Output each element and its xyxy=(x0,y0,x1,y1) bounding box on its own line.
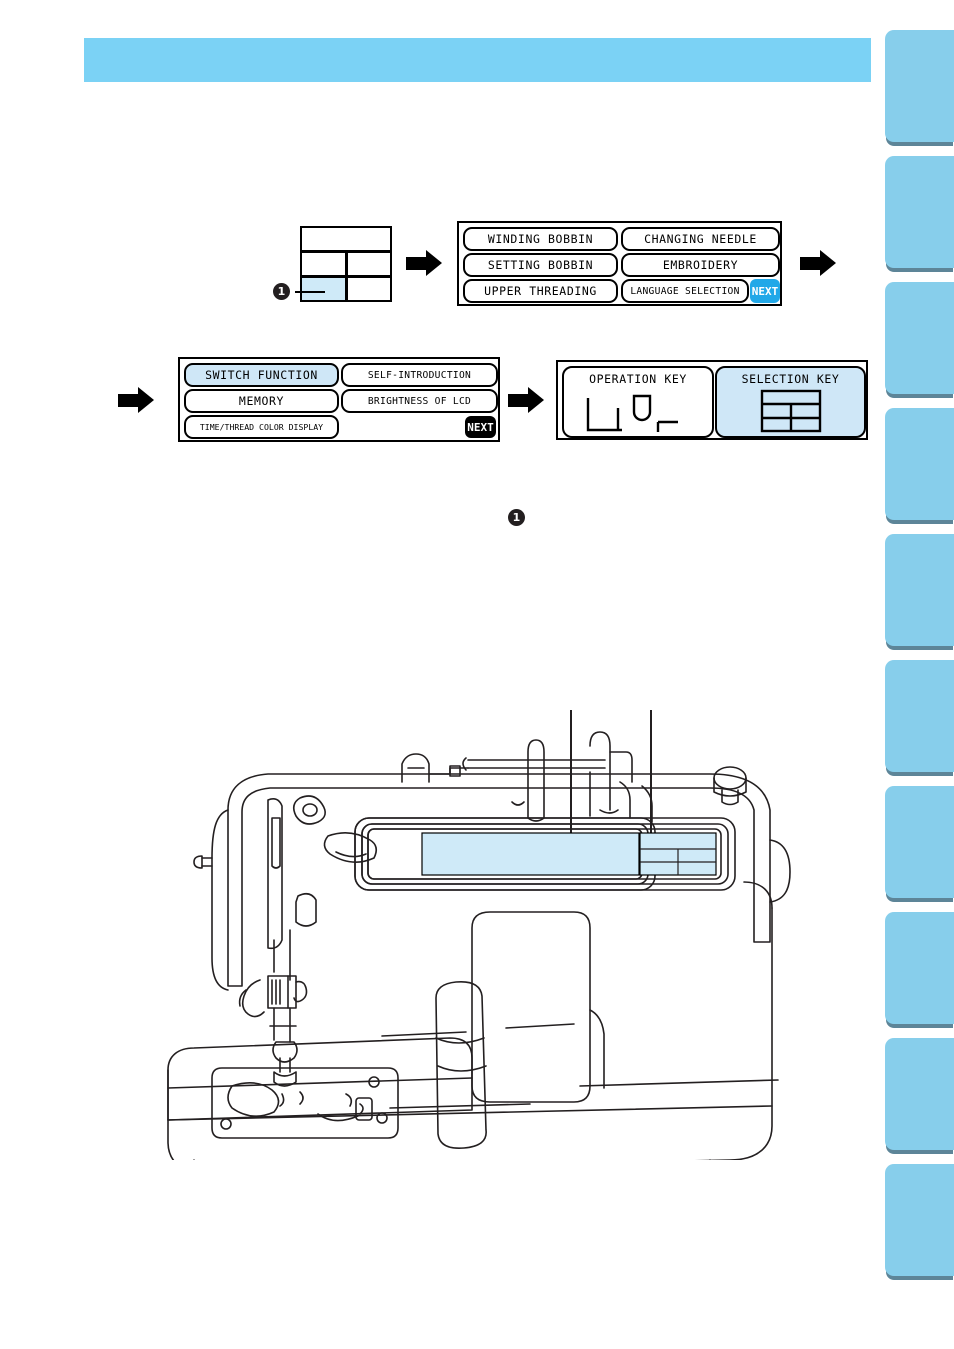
arrow-shaft xyxy=(406,257,427,270)
grid-cell-top-full[interactable] xyxy=(300,226,392,252)
menu-button-self-introduction[interactable]: SELF-INTRODUCTION xyxy=(341,363,498,387)
menu-button-switch-function[interactable]: SWITCH FUNCTION xyxy=(184,363,339,387)
sidebar-item-tab-8[interactable] xyxy=(885,912,954,1024)
arrow-head xyxy=(820,250,836,276)
menu-button-winding-bobbin[interactable]: WINDING BOBBIN xyxy=(463,227,618,251)
sidebar-item-tab-4[interactable] xyxy=(885,408,954,520)
menu-button-changing-needle[interactable]: CHANGING NEEDLE xyxy=(621,227,780,251)
next-button[interactable]: NEXT xyxy=(750,279,780,303)
sewing-machine-illustration xyxy=(150,690,815,1160)
menu-button-time-thread-color-display[interactable]: TIME/THREAD COLOR DISPLAY xyxy=(184,415,339,439)
menu-button-setting-bobbin[interactable]: SETTING BOBBIN xyxy=(463,253,618,277)
callout-marker-1: 1 xyxy=(273,283,290,300)
option-operation-key-label: OPERATION KEY xyxy=(589,372,687,386)
option-selection-key[interactable]: SELECTION KEY xyxy=(715,366,866,438)
selection-key-grid-icon xyxy=(760,389,822,433)
sidebar-item-tab-1[interactable] xyxy=(885,30,954,142)
option-operation-key[interactable]: OPERATION KEY xyxy=(562,366,714,438)
sidebar-item-tab-7[interactable] xyxy=(885,786,954,898)
menu-button-upper-threading[interactable]: UPPER THREADING xyxy=(463,279,618,303)
arrow-head xyxy=(528,387,544,413)
sewing-machine-svg xyxy=(167,731,791,1160)
operation-key-icon xyxy=(586,394,678,432)
grid-cell-mid-left[interactable] xyxy=(300,251,347,277)
sidebar-item-tab-9[interactable] xyxy=(885,1038,954,1150)
screen-settings-menu-2[interactable]: SWITCH FUNCTION SELF-INTRODUCTION MEMORY… xyxy=(178,357,500,442)
callout-leader-line xyxy=(295,291,325,293)
machine-lcd-main-area xyxy=(421,832,640,876)
menu-button-memory[interactable]: MEMORY xyxy=(184,389,339,413)
next-button[interactable]: NEXT xyxy=(465,416,496,438)
callout-marker-standalone-1: 1 xyxy=(508,509,525,526)
option-selection-key-label: SELECTION KEY xyxy=(741,372,840,386)
menu-button-embroidery[interactable]: EMBROIDERY xyxy=(621,253,780,277)
sidebar-item-tab-10[interactable] xyxy=(885,1164,954,1276)
grid-cell-mid-right[interactable] xyxy=(346,251,392,277)
screen-settings-menu-1[interactable]: WINDING BOBBIN CHANGING NEEDLE SETTING B… xyxy=(457,221,782,306)
sidebar-item-tab-5[interactable] xyxy=(885,534,954,646)
menu-button-brightness-of-lcd[interactable]: BRIGHTNESS OF LCD xyxy=(341,389,498,413)
arrow-shaft xyxy=(118,394,139,407)
arrow-head xyxy=(426,250,442,276)
arrow-shaft xyxy=(800,257,821,270)
sidebar-item-tab-6[interactable] xyxy=(885,660,954,772)
menu-button-language-selection[interactable]: LANGUAGE SELECTION xyxy=(621,279,749,303)
page-header-band xyxy=(84,38,871,82)
sidebar-item-tab-2[interactable] xyxy=(885,156,954,268)
grid-cell-bottom-left-selected[interactable] xyxy=(300,276,347,302)
arrow-shaft xyxy=(508,394,529,407)
arrow-head xyxy=(138,387,154,413)
sidebar-item-tab-3[interactable] xyxy=(885,282,954,394)
grid-cell-bottom-right[interactable] xyxy=(346,276,392,302)
side-tab-rail xyxy=(885,30,954,1349)
screen-key-type-select[interactable]: OPERATION KEY SELECTION KEY xyxy=(556,360,868,440)
